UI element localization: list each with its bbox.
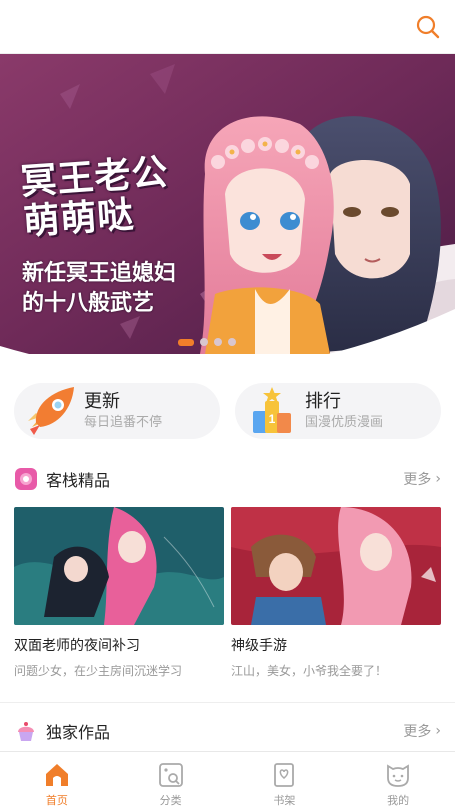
tab-label: 书架 [273, 794, 296, 807]
more-label: 更多 [403, 724, 432, 740]
comic-title: 神级手游 [231, 638, 287, 654]
search-button[interactable] [415, 14, 441, 40]
tab-mine[interactable]: 我的 [341, 752, 455, 810]
bottom-tab-bar: 首页 分类 书架 我的 [0, 751, 455, 810]
quick-link-title: 更新 [84, 391, 120, 412]
svg-text:1: 1 [269, 412, 276, 426]
home-icon [45, 764, 68, 786]
carousel-dot[interactable] [214, 338, 222, 346]
more-link[interactable]: 更多 › [403, 469, 441, 489]
comic-card[interactable]: 双面老师的夜间补习 问题少女，在少主房间沉迷学习 [14, 507, 224, 679]
tab-label: 分类 [159, 794, 182, 807]
section-title: 客栈精品 [46, 471, 111, 490]
carousel-dot[interactable] [200, 338, 208, 346]
chevron-right-icon: › [435, 471, 441, 487]
more-link[interactable]: 更多 › [403, 721, 441, 741]
rocket-icon [14, 383, 84, 439]
chevron-right-icon: › [435, 723, 441, 739]
tab-category[interactable]: 分类 [114, 752, 228, 810]
quick-link-subtitle: 国漫优质漫画 [305, 415, 384, 430]
trophy-icon: 1 [235, 383, 305, 439]
section-header-featured: 客栈精品 更多 › [14, 466, 441, 492]
banner-title: 冥王老公萌萌哒 [19, 152, 170, 244]
banner-subtitle-line2: 的十八般武艺 [22, 291, 155, 316]
profile-icon [387, 764, 410, 787]
banner-carousel[interactable]: 冥王老公萌萌哒 新任冥王追媳妇 的十八般武艺 [0, 54, 455, 354]
comic-description: 问题少女，在少主房间沉迷学习 [14, 664, 183, 678]
comic-title: 双面老师的夜间补习 [14, 638, 140, 654]
cupcake-icon [18, 722, 34, 741]
carousel-dot[interactable] [228, 338, 236, 346]
section-title: 独家作品 [46, 723, 111, 742]
category-icon [158, 763, 183, 787]
quick-link-subtitle: 每日追番不停 [84, 415, 163, 430]
carousel-indicator [178, 338, 236, 346]
section-header-exclusive: 独家作品 更多 › [14, 718, 441, 744]
tab-label: 首页 [45, 794, 68, 807]
quick-link-updates[interactable]: 更新 每日追番不停 [14, 383, 220, 439]
more-label: 更多 [403, 472, 432, 488]
flower-icon [15, 468, 37, 490]
comic-cover [14, 507, 224, 625]
comic-card[interactable]: 神级手游 江山，美女，小爷我全要了！ [231, 507, 441, 679]
quick-link-ranking[interactable]: 1 排行 国漫优质漫画 [235, 383, 441, 439]
section-divider [0, 702, 455, 703]
tab-home[interactable]: 首页 [0, 752, 114, 810]
carousel-dot-active[interactable] [178, 338, 194, 346]
quick-link-title: 排行 [305, 391, 341, 412]
banner-subtitle: 新任冥王追媳妇 的十八般武艺 [22, 259, 176, 319]
comic-description: 江山，美女，小爷我全要了！ [231, 664, 388, 678]
comic-cover [231, 507, 441, 625]
search-icon [416, 15, 440, 39]
tab-bookshelf[interactable]: 书架 [228, 752, 342, 810]
banner-subtitle-line1: 新任冥王追媳妇 [22, 261, 177, 286]
top-bar [0, 0, 455, 54]
tab-label: 我的 [387, 794, 410, 807]
bookshelf-icon [274, 763, 295, 787]
